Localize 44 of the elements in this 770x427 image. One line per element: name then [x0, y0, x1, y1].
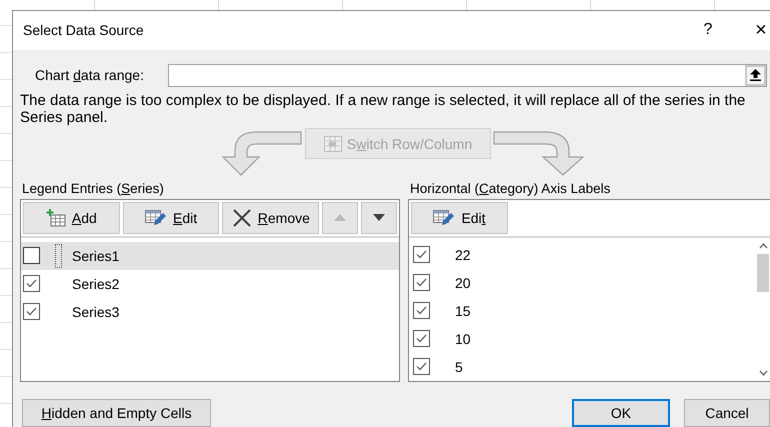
switch-icon	[324, 136, 342, 152]
ok-button[interactable]: OK	[572, 398, 670, 427]
down-triangle-icon	[373, 214, 386, 222]
checkbox[interactable]	[413, 274, 430, 292]
window-title: Select Data Source	[23, 22, 144, 38]
checkbox[interactable]	[23, 247, 40, 264]
edit-button[interactable]: Edit	[411, 202, 508, 234]
curved-arrow-icon	[219, 131, 303, 178]
collapse-button[interactable]	[745, 64, 766, 86]
upload-arrow-icon	[750, 69, 761, 82]
input-field[interactable]	[168, 64, 767, 87]
close-icon	[232, 208, 252, 227]
up-triangle-icon	[334, 214, 346, 222]
series-list-item[interactable]: Series1	[21, 242, 399, 270]
checkbox[interactable]	[413, 358, 430, 376]
axis-label-item[interactable]: 22	[455, 246, 471, 263]
edit-table-icon	[433, 208, 456, 227]
axis-label-item[interactable]: 15	[455, 302, 471, 319]
cancel-button[interactable]: Cancel	[684, 398, 770, 427]
remove-button[interactable]: Remove	[222, 202, 320, 234]
series-list-item[interactable]: Series3	[21, 298, 399, 326]
move-down-button[interactable]	[361, 202, 398, 234]
scrollbar-thumb[interactable]	[757, 254, 769, 292]
checkbox[interactable]	[413, 302, 430, 320]
hidden-and-empty-cells-button[interactable]: Hidden and Empty Cells	[22, 398, 211, 427]
checkbox[interactable]	[23, 303, 40, 320]
help-button[interactable]: ?	[698, 21, 718, 40]
edit-table-icon	[145, 208, 168, 227]
add-table-icon	[46, 208, 66, 227]
axis-label-item[interactable]: 10	[455, 330, 471, 347]
close-button[interactable]: ×	[752, 19, 770, 42]
series-list-item[interactable]: Series2	[21, 270, 399, 298]
axis-label-item[interactable]: 20	[455, 274, 471, 291]
curved-arrow-icon	[493, 131, 587, 178]
checkbox[interactable]	[23, 275, 40, 292]
axis-label-item[interactable]: 5	[455, 358, 463, 375]
checkbox[interactable]	[413, 330, 430, 348]
edit-button[interactable]: Edit	[122, 202, 220, 234]
add-button[interactable]: Add	[23, 202, 120, 234]
checkbox[interactable]	[413, 246, 430, 264]
info-message: The data range is too complex to be displayed. If a new range is selected, it will replace all of the series in the Series panel.	[20, 92, 746, 126]
panel-label: Horizontal (Category) Axis Labels	[410, 180, 612, 198]
panel-label: Legend Entries (Series)	[22, 180, 165, 198]
field-label: Chart data range:	[35, 67, 145, 84]
